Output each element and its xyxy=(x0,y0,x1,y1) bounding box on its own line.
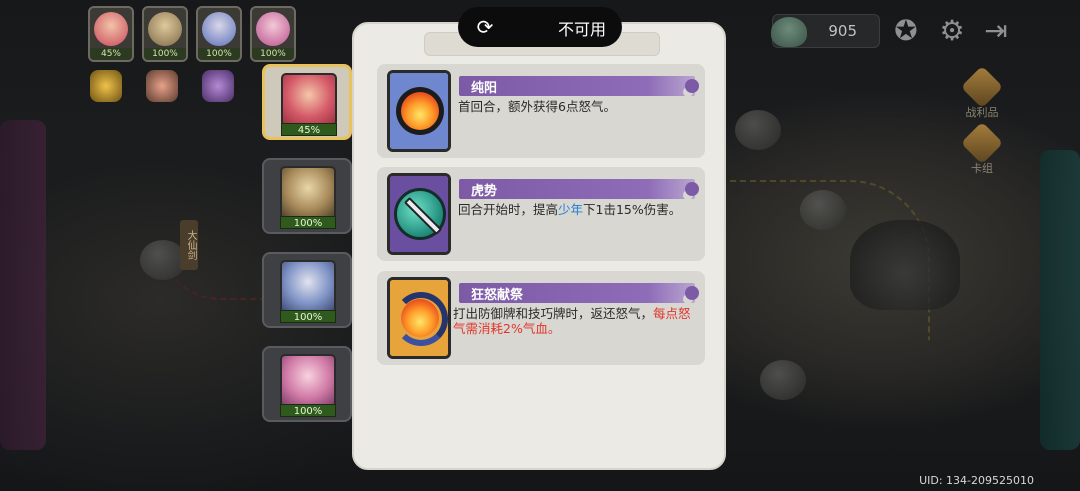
deck-button[interactable]: 卡组 xyxy=(952,121,1012,176)
skill-desc-text: 下1击15%伤害。 xyxy=(583,202,682,217)
skill-description: 打出防御牌和技巧牌时，返还怒气，每点怒气需消耗2%气血。 xyxy=(453,306,693,336)
skill-name: 纯阳 xyxy=(471,81,498,96)
unavailable-pill[interactable]: ⟳ 不可用 xyxy=(458,7,622,47)
skill-name: 虎势 xyxy=(471,184,498,199)
skill-desc-text: 回合开始时，提高 xyxy=(458,202,559,217)
relic-icon[interactable] xyxy=(202,70,234,102)
deck-label: 卡组 xyxy=(971,162,993,175)
skill-description: 首回合，额外获得6点怒气。 xyxy=(458,99,698,114)
map-node-label: 大仙剑 xyxy=(180,220,198,270)
settings-button[interactable]: ⚙ xyxy=(934,12,970,48)
skill-desc-text: 打出防御牌和技巧牌时，返还怒气， xyxy=(453,306,654,321)
map-node[interactable] xyxy=(760,360,806,400)
party-member[interactable]: 100% xyxy=(142,6,188,62)
map-node[interactable] xyxy=(735,110,781,150)
party-hp-label: 45% xyxy=(90,48,132,60)
party-hp-label: 100% xyxy=(252,48,294,60)
flame-swirl-icon xyxy=(387,277,451,359)
roster-card[interactable]: 45% xyxy=(262,64,352,140)
roster-card[interactable]: 100% xyxy=(262,252,352,328)
shell-currency-icon xyxy=(771,17,807,47)
skill-description: 回合开始时，提高少年下1击15%伤害。 xyxy=(458,202,698,217)
party-member[interactable]: 45% xyxy=(88,6,134,62)
roster-hp-label: 100% xyxy=(280,404,336,417)
roster-hp-label: 100% xyxy=(280,216,336,229)
skill-name-ribbon: 虎势 xyxy=(459,179,699,199)
roster-card[interactable]: 100% xyxy=(262,158,352,234)
map-tower[interactable] xyxy=(850,220,960,310)
skill-name-ribbon: 纯阳 xyxy=(459,76,699,96)
relic-bar xyxy=(90,70,234,102)
skill-name-ribbon: 狂怒献祭 xyxy=(459,283,699,303)
flame-orb-icon xyxy=(387,70,451,152)
party-hp-label: 100% xyxy=(144,48,186,60)
unavailable-label: 不可用 xyxy=(557,20,606,39)
avatar xyxy=(256,12,290,46)
character-portrait xyxy=(281,73,337,127)
party-member[interactable]: 100% xyxy=(196,6,242,62)
currency-display: 905 xyxy=(771,14,880,48)
skill-keyword-highlight: 少年 xyxy=(558,202,584,217)
party-bar: 45% 100% 100% 100% xyxy=(88,6,296,62)
avatar xyxy=(148,12,182,46)
party-member[interactable]: 100% xyxy=(250,6,296,62)
character-portrait xyxy=(280,354,336,408)
refresh-icon: ⟳ xyxy=(476,15,494,39)
sword-orb-icon xyxy=(387,173,451,255)
right-pillar-decoration xyxy=(1040,150,1080,450)
relic-icon[interactable] xyxy=(90,70,122,102)
skill-card[interactable]: 纯阳 首回合，额外获得6点怒气。 xyxy=(377,64,705,158)
relic-icon[interactable] xyxy=(146,70,178,102)
skill-desc-text: 首回合，额外获得6点怒气。 xyxy=(458,99,616,114)
deck-icon xyxy=(960,121,1004,165)
roster-hp-label: 100% xyxy=(280,310,336,323)
roster-hp-label: 45% xyxy=(281,123,337,136)
avatar xyxy=(202,12,236,46)
skill-name: 狂怒献祭 xyxy=(471,288,524,303)
currency-amount: 905 xyxy=(828,22,857,40)
exit-button[interactable]: ⇥ xyxy=(978,12,1014,48)
map-node[interactable] xyxy=(800,190,846,230)
loot-button[interactable]: 战利品 xyxy=(952,65,1012,120)
skill-card[interactable]: 狂怒献祭 打出防御牌和技巧牌时，返还怒气，每点怒气需消耗2%气血。 xyxy=(377,271,705,365)
character-menu-button[interactable]: ✪ xyxy=(888,12,924,48)
skill-card[interactable]: 虎势 回合开始时，提高少年下1击15%伤害。 xyxy=(377,167,705,261)
left-pillar-decoration xyxy=(0,120,46,450)
mask-icon: ✪ xyxy=(894,13,918,47)
skill-panel: 纯阳 首回合，额外获得6点怒气。 虎势 回合开始时，提高少年下1击15%伤害。 … xyxy=(352,22,726,470)
exit-icon: ⇥ xyxy=(984,13,1008,47)
avatar xyxy=(94,12,128,46)
loot-icon xyxy=(960,65,1004,109)
user-id: UID: 134-209525010 xyxy=(919,474,1034,487)
roster-card[interactable]: 100% xyxy=(262,346,352,422)
loot-label: 战利品 xyxy=(965,106,999,119)
gear-icon: ⚙ xyxy=(939,13,965,47)
party-hp-label: 100% xyxy=(198,48,240,60)
character-portrait xyxy=(280,260,336,314)
character-portrait xyxy=(280,166,336,220)
